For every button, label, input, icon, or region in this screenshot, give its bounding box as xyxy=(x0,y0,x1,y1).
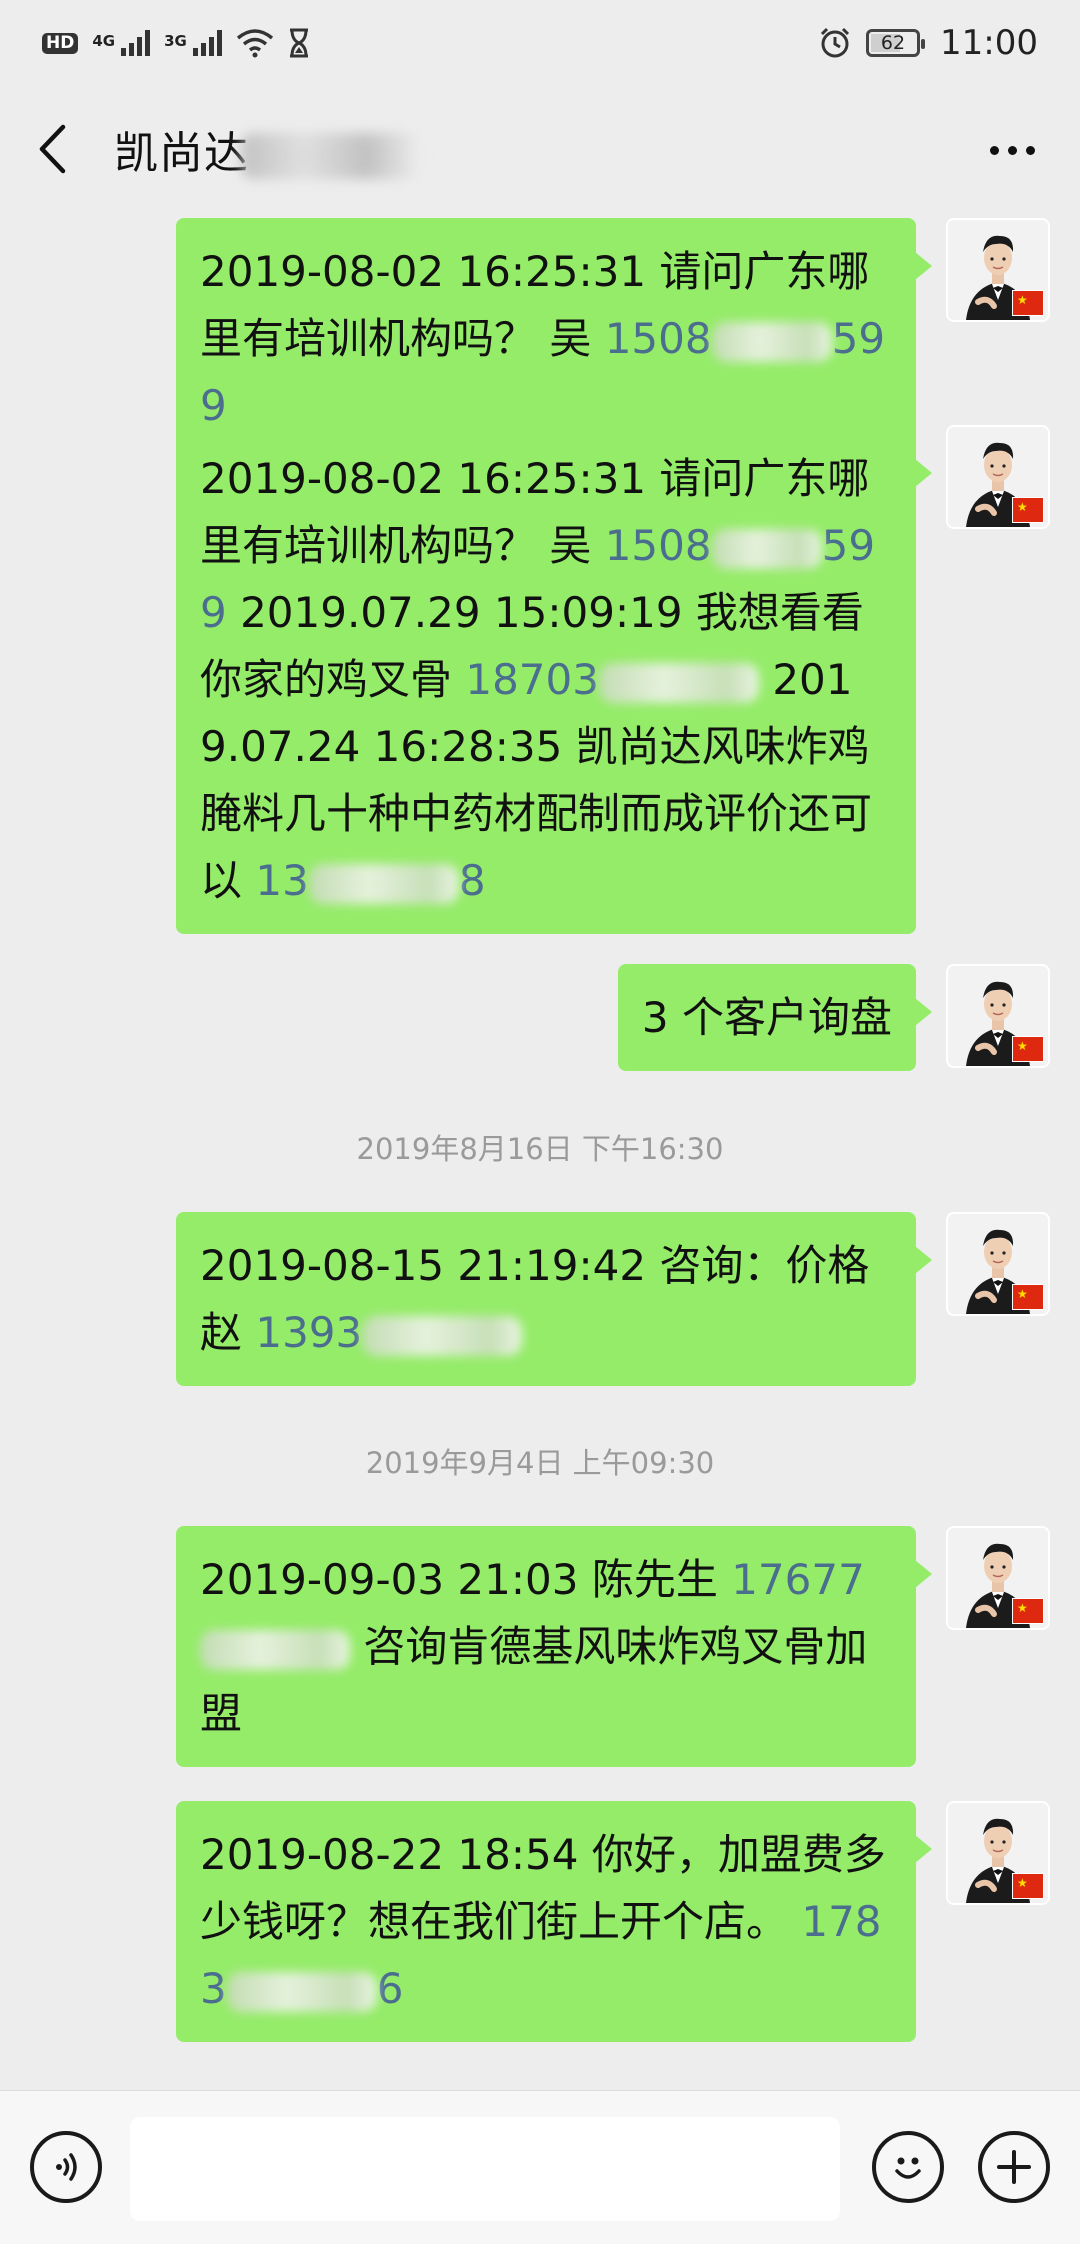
redacted-phone xyxy=(598,662,759,703)
message-item: 2019-08-15 21:19:42 咨询：价格赵 1393 ★ xyxy=(176,1212,1050,1386)
message-item: 3 个客户询盘 ★ xyxy=(617,964,1050,1071)
phone-number: 8 xyxy=(458,856,486,905)
hourglass-icon xyxy=(289,28,308,58)
message-bubble[interactable]: 2019-08-22 18:54 你好，加盟费多少钱呀？想在我们街上开个店。 1… xyxy=(176,1801,932,2042)
network-4g-label: 4G xyxy=(92,32,116,50)
flag-icon: ★ xyxy=(1012,1284,1044,1310)
phone-number: 17677 xyxy=(731,1555,865,1604)
title-redaction xyxy=(241,133,421,179)
redacted-phone xyxy=(200,1629,350,1670)
redacted-phone xyxy=(362,1315,523,1356)
flag-icon: ★ xyxy=(1012,290,1044,316)
emoji-icon xyxy=(895,2157,921,2179)
status-left: HD 4G 3G xyxy=(42,28,310,58)
avatar[interactable]: ★ xyxy=(946,425,1050,529)
phone-number: 1393 xyxy=(255,1308,363,1357)
status-time: 11:00 xyxy=(940,23,1038,63)
message-text: 2019-09-03 21:03 陈先生 xyxy=(200,1555,732,1604)
back-button[interactable] xyxy=(30,119,74,179)
phone-number: 1508 xyxy=(604,314,712,363)
message-bubble[interactable]: 3 个客户询盘 xyxy=(617,964,933,1071)
message-list[interactable]: 2019-08-02 16:25:31 请问广东哪里有培训机构吗？ 吴 1508… xyxy=(0,212,1080,2090)
chat-title: 凯尚达 xyxy=(114,117,421,181)
battery-level: 62 xyxy=(880,32,906,54)
alarm-icon xyxy=(820,27,850,58)
avatar[interactable]: ★ xyxy=(946,218,1050,322)
avatar[interactable]: ★ xyxy=(946,1526,1050,1630)
network-3g-label: 3G xyxy=(164,32,187,50)
plus-icon xyxy=(997,2150,1031,2184)
status-right: 62 11:00 xyxy=(818,23,1038,63)
avatar[interactable]: ★ xyxy=(946,964,1050,1068)
avatar[interactable]: ★ xyxy=(946,1212,1050,1316)
hd-badge: HD xyxy=(42,32,79,54)
redacted-phone xyxy=(711,321,832,362)
time-divider: 2019年9月4日 上午09:30 xyxy=(365,1446,715,1480)
message-text: 3 个客户询盘 xyxy=(641,993,892,1042)
wifi-icon xyxy=(236,29,273,58)
more-button[interactable] xyxy=(982,130,1042,170)
message-input[interactable] xyxy=(130,2117,840,2221)
more-dot-icon xyxy=(989,145,999,155)
message-bubble[interactable]: 2019-09-03 21:03 陈先生 17677 咨询肯德基风味炸鸡叉骨加盟 xyxy=(176,1526,932,1767)
message-item: 2019-08-02 16:25:31 请问广东哪里有培训机构吗？ 吴 1508… xyxy=(176,425,1050,934)
input-bar xyxy=(0,2090,1080,2244)
redacted-phone xyxy=(711,528,822,569)
phone-number: 13 xyxy=(255,856,309,905)
message-bubble[interactable]: 2019-08-15 21:19:42 咨询：价格赵 1393 xyxy=(176,1212,932,1386)
avatar[interactable]: ★ xyxy=(946,1801,1050,1905)
phone-number: 6 xyxy=(376,1964,404,2013)
signal-icon xyxy=(121,30,151,56)
signal-icon-2 xyxy=(192,30,222,56)
phone-number: 1508 xyxy=(604,521,712,570)
time-divider: 2019年8月16日 下午16:30 xyxy=(356,1132,724,1166)
chevron-left-icon xyxy=(39,124,66,174)
plus-button[interactable] xyxy=(978,2131,1050,2203)
emoji-button[interactable] xyxy=(872,2131,944,2203)
message-item: 2019-09-03 21:03 陈先生 17677 咨询肯德基风味炸鸡叉骨加盟… xyxy=(176,1526,1050,1767)
phone-number: 18703 xyxy=(465,655,599,704)
more-dot-icon xyxy=(1007,145,1017,155)
flag-icon: ★ xyxy=(1012,1598,1044,1624)
voice-icon xyxy=(56,2153,77,2181)
battery-icon: 62 xyxy=(866,29,926,57)
redacted-phone xyxy=(226,1971,377,2012)
voice-button[interactable] xyxy=(30,2131,102,2203)
redacted-phone xyxy=(308,863,459,904)
chat-header: 凯尚达 xyxy=(0,86,1080,212)
status-bar: HD 4G 3G 62 11:00 xyxy=(0,0,1080,86)
flag-icon: ★ xyxy=(1012,497,1044,523)
message-bubble[interactable]: 2019-08-02 16:25:31 请问广东哪里有培训机构吗？ 吴 1508… xyxy=(176,218,932,459)
chat-title-text: 凯尚达 xyxy=(114,128,249,179)
flag-icon: ★ xyxy=(1012,1873,1044,1899)
flag-icon: ★ xyxy=(1012,1036,1044,1062)
message-item: 2019-08-02 16:25:31 请问广东哪里有培训机构吗？ 吴 1508… xyxy=(176,218,1050,459)
message-bubble[interactable]: 2019-08-02 16:25:31 请问广东哪里有培训机构吗？ 吴 1508… xyxy=(176,425,932,934)
message-text: 2019-08-22 18:54 你好，加盟费多少钱呀？想在我们街上开个店。 xyxy=(200,1830,886,1946)
more-dot-icon xyxy=(1025,145,1035,155)
message-item: 2019-08-22 18:54 你好，加盟费多少钱呀？想在我们街上开个店。 1… xyxy=(176,1801,1050,2042)
